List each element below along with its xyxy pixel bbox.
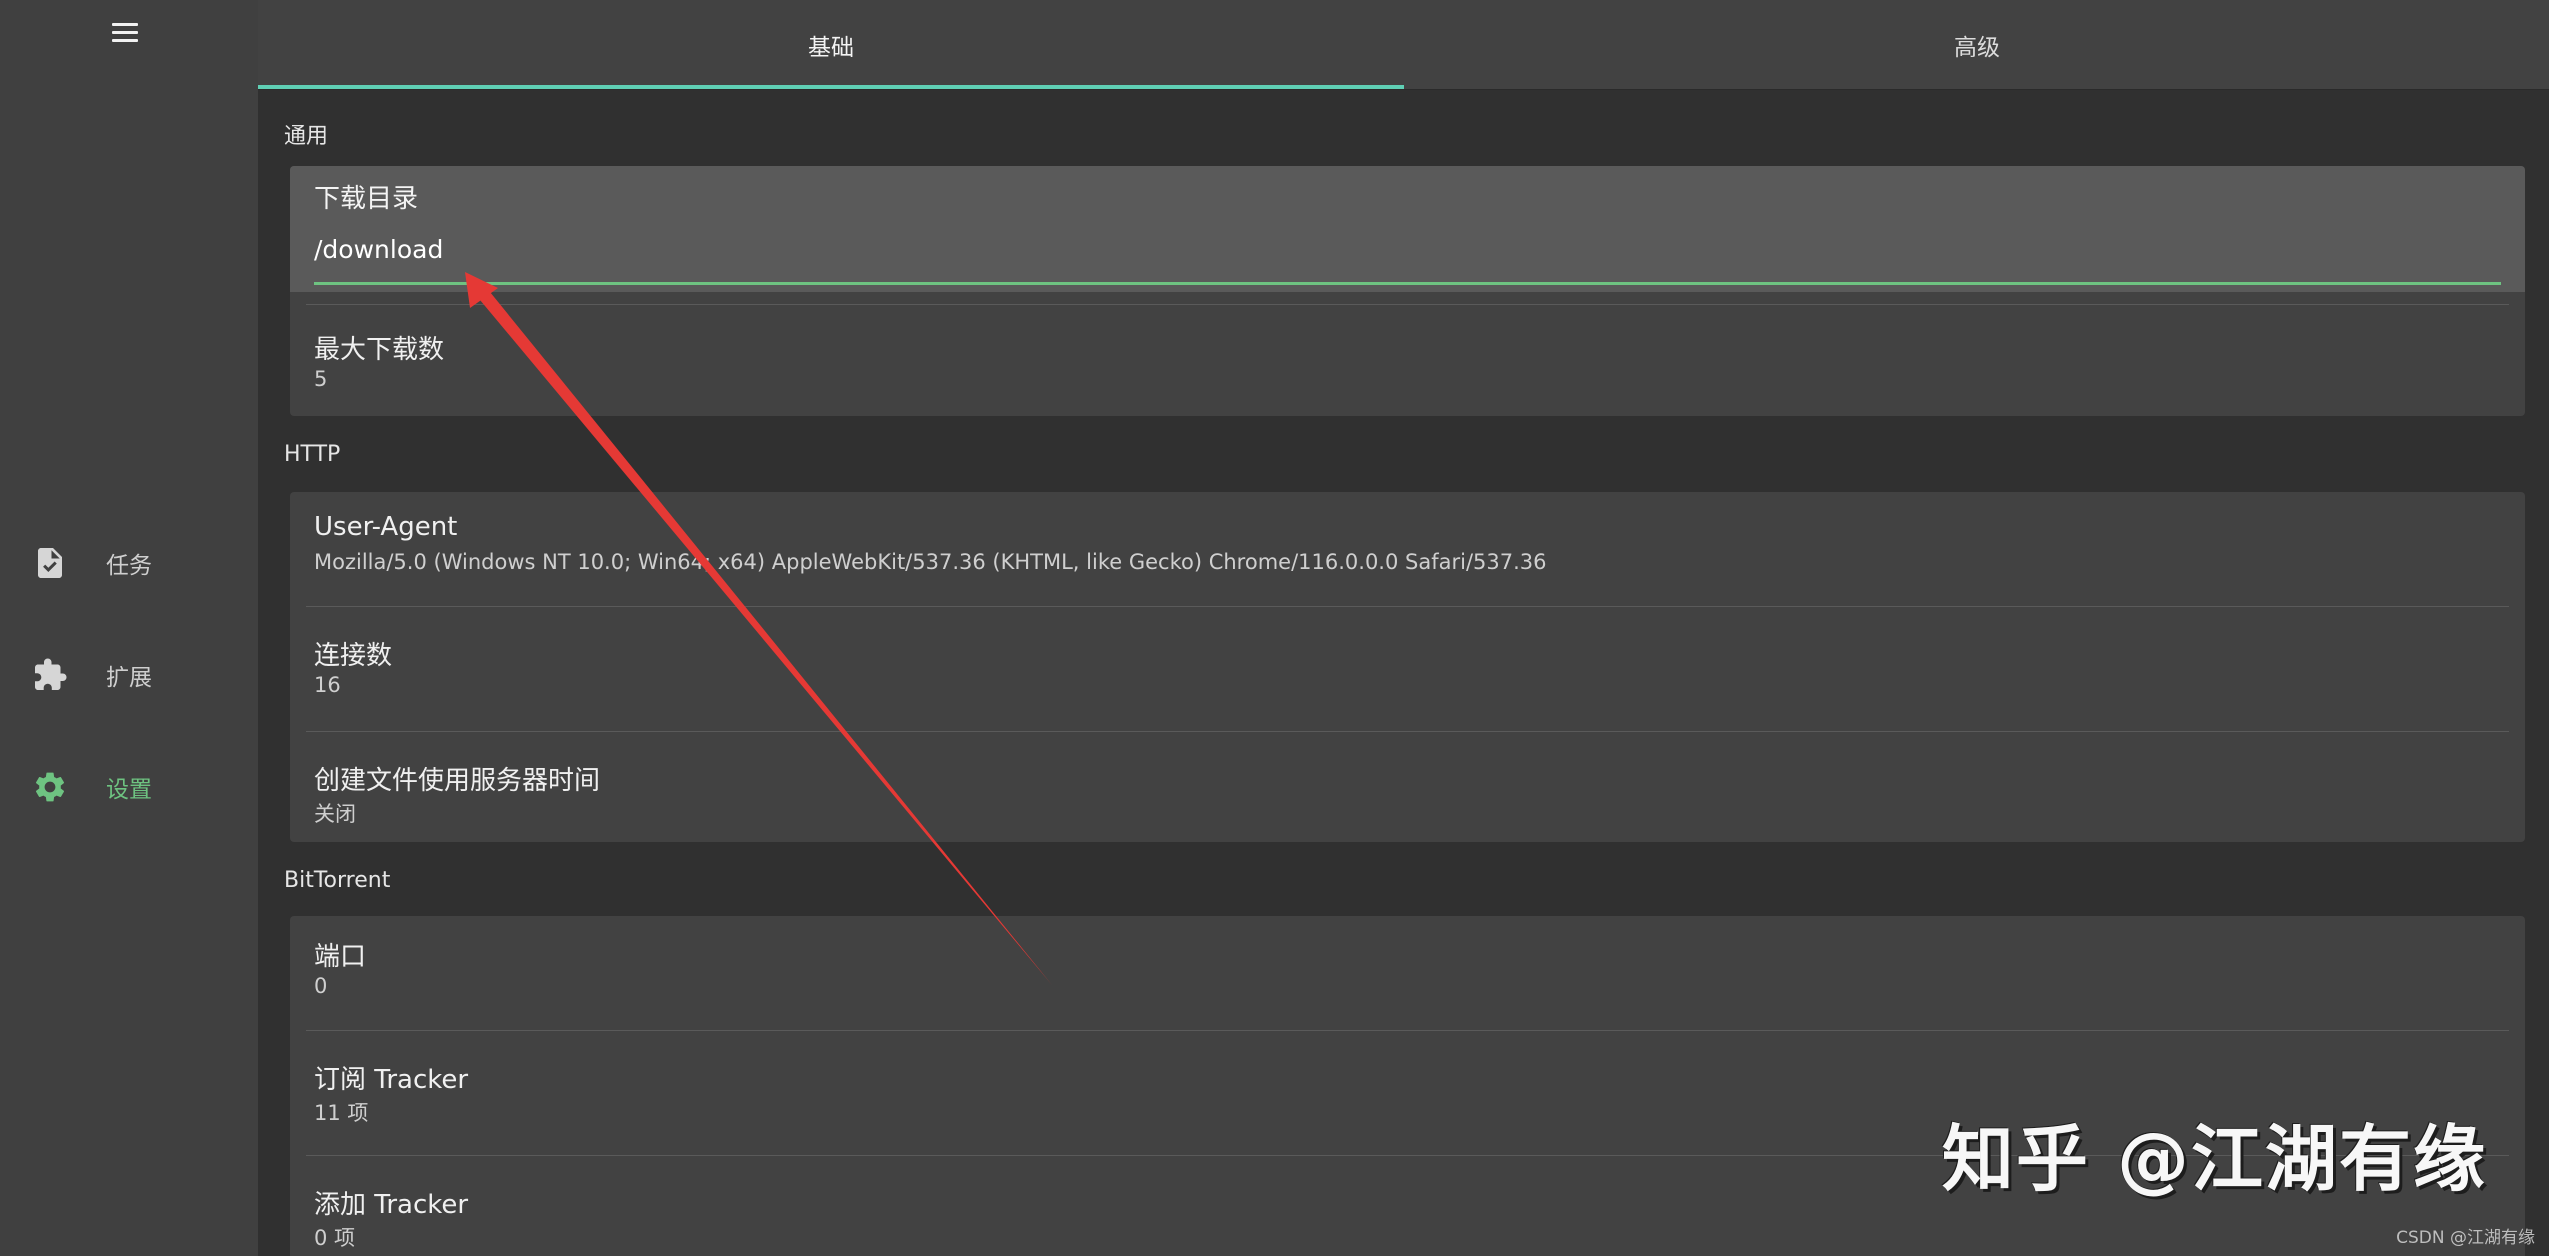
- setting-server-time[interactable]: 创建文件使用服务器时间 关闭: [290, 732, 2525, 842]
- download-dir-field[interactable]: 下载目录: [290, 166, 2525, 292]
- gear-icon: [35, 772, 65, 802]
- setting-max-downloads[interactable]: 最大下载数 5: [290, 305, 2525, 416]
- app-window: 任务 扩展 设置 基础 高级 通用 下载目录 /download 最大下载数 5…: [0, 0, 2549, 1256]
- setting-value: 0: [314, 974, 328, 998]
- tab-basic[interactable]: 基础: [258, 0, 1404, 90]
- setting-value: 5: [314, 367, 328, 391]
- download-dir-input[interactable]: [314, 230, 2494, 268]
- settings-card-http: User-Agent Mozilla/5.0 (Windows NT 10.0;…: [290, 492, 2525, 842]
- section-title-http: HTTP: [284, 442, 341, 467]
- setting-connections[interactable]: 连接数 16: [290, 607, 2525, 731]
- menu-icon[interactable]: [108, 20, 142, 48]
- sidebar-item-settings[interactable]: 设置: [0, 752, 258, 822]
- setting-label: 创建文件使用服务器时间: [314, 766, 601, 796]
- setting-label: 添加 Tracker: [314, 1190, 469, 1220]
- setting-port[interactable]: 端口 0: [290, 916, 2525, 1030]
- settings-card-bittorrent: 端口 0 订阅 Tracker 11 项 添加 Tracker 0 项: [290, 916, 2525, 1256]
- tab-active-indicator: [258, 85, 1404, 89]
- sidebar-item-tasks[interactable]: 任务: [0, 528, 258, 598]
- section-title-bittorrent: BitTorrent: [284, 868, 391, 893]
- download-dir-label: 下载目录: [314, 184, 419, 214]
- setting-user-agent[interactable]: User-Agent Mozilla/5.0 (Windows NT 10.0;…: [290, 492, 2525, 606]
- setting-label: 最大下载数: [314, 335, 445, 365]
- input-focus-underline: [314, 282, 2501, 285]
- tab-label: 基础: [808, 35, 854, 61]
- sidebar: 任务 扩展 设置: [0, 0, 258, 1256]
- sidebar-item-label: 扩展: [106, 665, 152, 691]
- setting-label: 订阅 Tracker: [314, 1065, 469, 1095]
- setting-value: 11 项: [314, 1101, 369, 1125]
- setting-label: User-Agent: [314, 512, 458, 542]
- section-title-general: 通用: [284, 124, 329, 149]
- puzzle-icon: [35, 658, 67, 690]
- setting-label: 连接数: [314, 641, 393, 671]
- sidebar-item-extensions[interactable]: 扩展: [0, 640, 258, 710]
- watermark-csdn: CSDN @江湖有缘: [2396, 1228, 2535, 1248]
- settings-content: 通用 下载目录 最大下载数 5 HTTP User-Agent Mozilla/…: [258, 90, 2549, 1256]
- setting-label: 端口: [314, 942, 367, 972]
- tab-label: 高级: [1954, 35, 2000, 61]
- tab-advanced[interactable]: 高级: [1404, 0, 2549, 90]
- setting-value: Mozilla/5.0 (Windows NT 10.0; Win64; x64…: [314, 550, 1547, 574]
- setting-value: 关闭: [314, 802, 356, 826]
- sidebar-item-label: 设置: [106, 777, 152, 803]
- setting-value: 16: [314, 673, 341, 697]
- watermark-zhihu: 知乎 @江湖有缘: [1941, 1117, 2487, 1201]
- task-document-icon: [38, 548, 62, 578]
- settings-card-general: 下载目录 最大下载数 5: [290, 166, 2525, 416]
- setting-value: 0 项: [314, 1226, 356, 1250]
- tab-bar: 基础 高级: [258, 0, 2549, 90]
- sidebar-item-label: 任务: [106, 553, 152, 579]
